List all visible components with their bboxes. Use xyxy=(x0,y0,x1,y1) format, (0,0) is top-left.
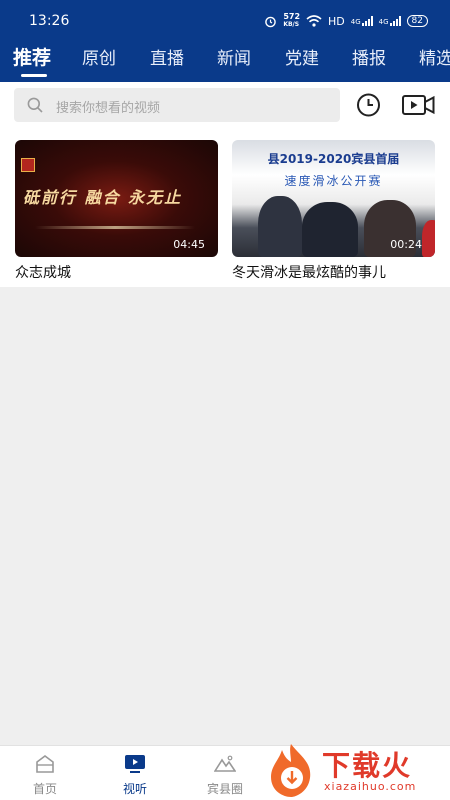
wifi-icon xyxy=(306,15,322,27)
signal-2: 4G xyxy=(379,16,401,26)
home-icon xyxy=(36,755,54,773)
flame-logo-icon xyxy=(271,744,311,797)
download-site-watermark: 下载火 xiazaihuo.com xyxy=(262,740,450,800)
search-placeholder: 搜索你想看的视频 xyxy=(56,101,161,116)
status-bar: 13:26 572 KB/S HD 4G 4G 82 xyxy=(0,0,450,42)
app-header: 13:26 572 KB/S HD 4G 4G 82 推荐 原创 直播 新闻 党建… xyxy=(0,0,450,82)
video-thumbnail[interactable]: 县2019-2020宾县首届 速度滑冰公开赛 00:24 xyxy=(232,140,435,257)
signal-2-icon xyxy=(389,16,401,26)
video-list: 砥前行 融合 永无止 04:45 众志成城 县2019-2020宾县首届 速度滑… xyxy=(0,130,450,287)
video-card[interactable]: 县2019-2020宾县首届 速度滑冰公开赛 00:24 冬天滑冰是最炫酷的事儿 xyxy=(232,140,435,282)
tab-live[interactable]: 直播 xyxy=(150,44,184,69)
tab-broadcast[interactable]: 播报 xyxy=(352,44,386,69)
person-figure xyxy=(302,202,358,257)
tab-original[interactable]: 原创 xyxy=(82,44,116,69)
nav-item-media[interactable]: 视听 xyxy=(90,754,180,797)
video-duration: 04:45 xyxy=(173,238,205,251)
signal-1: 4G xyxy=(351,16,373,26)
thumbnail-banner: 县2019-2020宾县首届 xyxy=(267,152,400,166)
search-row: 搜索你想看的视频 xyxy=(0,82,450,130)
person-figure xyxy=(422,220,435,257)
status-time: 13:26 xyxy=(29,13,70,29)
battery-indicator: 82 xyxy=(406,15,428,27)
tv-icon xyxy=(125,755,145,773)
watermark-domain: xiazaihuo.com xyxy=(324,780,417,793)
signal-2-label: 4G xyxy=(378,18,389,26)
emblem-icon xyxy=(21,158,35,172)
tab-active-indicator xyxy=(21,74,47,77)
net-speed: 572 KB/S xyxy=(283,13,300,29)
net-speed-unit: KB/S xyxy=(283,21,300,28)
nav-label-home: 首页 xyxy=(32,782,57,796)
nav-label-circle: 宾县圈 xyxy=(206,782,243,796)
net-speed-value: 572 xyxy=(283,12,301,21)
history-icon[interactable] xyxy=(355,93,382,117)
video-card[interactable]: 砥前行 融合 永无止 04:45 众志成城 xyxy=(15,140,218,282)
video-thumbnail[interactable]: 砥前行 融合 永无止 04:45 xyxy=(15,140,218,257)
tab-recommend[interactable]: 推荐 xyxy=(13,44,51,70)
video-duration: 00:24 xyxy=(390,238,422,251)
tab-party[interactable]: 党建 xyxy=(285,44,319,69)
hd-label: HD xyxy=(328,14,345,28)
video-title[interactable]: 冬天滑冰是最炫酷的事儿 xyxy=(232,262,435,282)
watermark-text: 下载火 xyxy=(322,749,413,782)
thumbnail-caption: 砥前行 融合 永无止 xyxy=(23,188,183,207)
thumbnail-banner-subtitle: 速度滑冰公开赛 xyxy=(284,174,383,188)
video-title[interactable]: 众志成城 xyxy=(15,262,218,282)
channel-tabs: 推荐 原创 直播 新闻 党建 播报 精选 xyxy=(0,44,450,82)
status-icons: 572 KB/S HD 4G 4G 82 xyxy=(264,13,428,29)
signal-1-icon xyxy=(361,16,373,26)
person-figure xyxy=(258,196,302,257)
tab-news[interactable]: 新闻 xyxy=(217,44,251,69)
video-camera-icon[interactable] xyxy=(402,94,435,116)
light-streak xyxy=(35,226,195,229)
mountain-icon xyxy=(214,755,236,772)
alarm-icon xyxy=(265,16,277,27)
search-icon xyxy=(27,97,43,113)
nav-label-media: 视听 xyxy=(122,782,147,796)
tab-featured[interactable]: 精选 xyxy=(419,44,450,69)
nav-item-home[interactable]: 首页 xyxy=(0,754,90,797)
nav-item-circle[interactable]: 宾县圈 xyxy=(180,754,270,797)
signal-1-label: 4G xyxy=(350,18,361,26)
search-input[interactable]: 搜索你想看的视频 xyxy=(14,88,340,122)
